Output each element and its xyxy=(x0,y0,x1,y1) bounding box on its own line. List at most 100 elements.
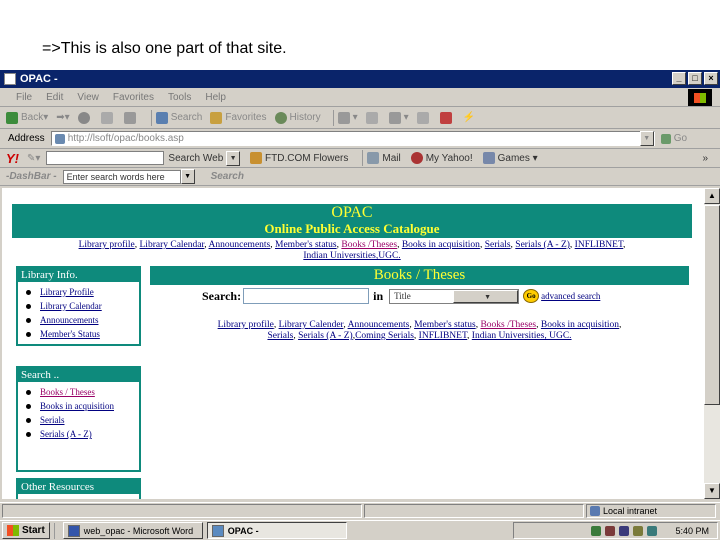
search-web-dropdown[interactable]: ▼ xyxy=(226,150,241,166)
print-button[interactable] xyxy=(365,111,381,124)
side-link-library-profile[interactable]: Library Profile xyxy=(40,287,94,297)
side-link-serials-a-z[interactable]: Serials (A - Z) xyxy=(40,429,92,439)
mid-link-coming-serials[interactable]: Coming Serials xyxy=(355,331,414,341)
link-library-calendar[interactable]: Library Calendar xyxy=(140,240,205,250)
standard-toolbar: Back ▾ ➡ ▾ Search Favorites History ▾ ▾ … xyxy=(0,107,720,129)
opac-banner: OPAC Online Public Access Catalogue xyxy=(12,204,692,238)
link-books-theses[interactable]: Books /Theses xyxy=(341,240,397,250)
home-button[interactable] xyxy=(123,111,139,124)
menu-help[interactable]: Help xyxy=(205,92,226,103)
menu-favorites[interactable]: Favorites xyxy=(113,92,154,103)
start-button[interactable]: Start xyxy=(2,522,50,539)
search-button[interactable]: Search xyxy=(155,111,202,124)
ie-task-icon xyxy=(211,524,224,537)
forward-button[interactable]: ➡ ▾ xyxy=(56,112,69,123)
link-inflibnet[interactable]: INFLIBNET xyxy=(575,240,623,250)
search-web-button[interactable]: Search Web ▼ xyxy=(168,150,241,166)
search-input[interactable] xyxy=(243,288,370,304)
print-icon xyxy=(365,111,378,124)
scroll-up-button[interactable]: ▲ xyxy=(704,188,720,204)
mid-link-serials-a-z[interactable]: Serials (A - Z) xyxy=(298,331,353,341)
side-link-serials[interactable]: Serials xyxy=(40,415,65,425)
address-input[interactable]: http://lsoft/opac/books.asp ▼ xyxy=(50,131,655,146)
edit-icon xyxy=(388,111,401,124)
go-arrow-icon xyxy=(660,133,671,144)
address-dropdown-button[interactable]: ▼ xyxy=(639,131,654,146)
link-serials-a-z[interactable]: Serials (A - Z) xyxy=(515,240,570,250)
menu-edit[interactable]: Edit xyxy=(46,92,63,103)
mail-button[interactable]: ▾ xyxy=(337,111,358,124)
mid-link-library-profile[interactable]: Library profile xyxy=(218,320,274,330)
yahoo-search-input[interactable] xyxy=(46,151,165,165)
dashbar-dropdown-button[interactable]: ▼ xyxy=(180,169,195,184)
field-select-dropdown[interactable]: ▼ xyxy=(453,289,519,303)
mid-link-indian-universities[interactable]: Indian Universities, UGC. xyxy=(472,331,572,341)
menu-file[interactable]: File xyxy=(16,92,32,103)
minimize-button[interactable]: _ xyxy=(672,72,686,85)
clock[interactable]: 5:40 PM xyxy=(675,526,709,536)
side-link-members-status[interactable]: Member's Status xyxy=(40,329,100,339)
messenger-button[interactable] xyxy=(439,111,455,124)
mid-link-books-theses[interactable]: Books /Theses xyxy=(480,320,536,330)
favorites-button[interactable]: Favorites xyxy=(210,111,267,124)
intranet-icon xyxy=(590,505,600,516)
go-button[interactable]: Go xyxy=(660,133,687,144)
lightning-icon: ⚡ xyxy=(462,112,476,123)
address-value: http://lsoft/opac/books.asp xyxy=(67,133,184,144)
favorites-icon xyxy=(210,111,223,124)
link-serials[interactable]: Serials xyxy=(485,240,511,250)
dashbar-search-input[interactable]: Enter search words here xyxy=(62,169,181,184)
link-indian-universities[interactable]: Indian Universities,UGC. xyxy=(303,251,400,261)
tray-icon-network[interactable] xyxy=(591,525,602,536)
mid-link-inflibnet[interactable]: INFLIBNET xyxy=(419,331,467,341)
link-library-profile[interactable]: Library profile xyxy=(79,240,135,250)
mid-link-library-calender[interactable]: Library Calender xyxy=(279,320,344,330)
browser-window: OPAC - _ □ × File Edit View Favorites To… xyxy=(0,70,720,540)
tray-icon-display[interactable] xyxy=(633,525,644,536)
tools-button[interactable]: ⚡ xyxy=(463,112,475,123)
taskbar-opac-button[interactable]: OPAC - xyxy=(206,522,347,539)
refresh-button[interactable] xyxy=(100,111,116,124)
dashbar-search-button[interactable]: Search xyxy=(211,171,244,182)
side-link-announcements[interactable]: Announcements xyxy=(40,315,99,325)
tray-icon-antivirus[interactable] xyxy=(605,525,616,536)
flower-icon xyxy=(250,152,263,164)
yahoo-mail-button[interactable]: Mail xyxy=(367,152,401,164)
maximize-button[interactable]: □ xyxy=(688,72,702,85)
discuss-button[interactable] xyxy=(416,111,432,124)
side-link-books-theses[interactable]: Books / Theses xyxy=(40,387,95,397)
tray-icon-update[interactable] xyxy=(647,525,658,536)
field-select[interactable]: Title ▼ xyxy=(389,288,520,304)
advanced-search-link[interactable]: advanced search xyxy=(541,291,600,301)
link-announcements[interactable]: Announcements xyxy=(209,240,271,250)
tray-icon-sound[interactable] xyxy=(619,525,630,536)
edit-button[interactable]: ▾ xyxy=(388,111,409,124)
menu-view[interactable]: View xyxy=(77,92,99,103)
mid-link-books-acquisition[interactable]: Books in acquisition xyxy=(541,320,619,330)
mid-link-members-status[interactable]: Member's status xyxy=(414,320,476,330)
ie-icon xyxy=(4,73,16,85)
mid-link-announcements[interactable]: Announcements xyxy=(348,320,410,330)
side-link-books-acquisition[interactable]: Books in acquisition xyxy=(40,401,114,411)
side-link-library-calendar[interactable]: Library Calendar xyxy=(40,301,102,311)
stop-button[interactable] xyxy=(77,111,93,124)
vertical-scrollbar[interactable]: ▲ ▼ xyxy=(704,188,720,499)
taskbar-word-button[interactable]: web_opac - Microsoft Word xyxy=(62,522,203,539)
history-button[interactable]: History xyxy=(274,111,321,124)
ftd-flowers-button[interactable]: FTD.COM Flowers xyxy=(250,152,348,164)
yahoo-logo[interactable]: Y! xyxy=(6,151,19,166)
mid-link-serials[interactable]: Serials xyxy=(267,331,293,341)
chevron-right-icon[interactable]: » xyxy=(702,153,708,164)
my-yahoo-icon xyxy=(410,152,423,164)
menu-tools[interactable]: Tools xyxy=(168,92,191,103)
back-button[interactable]: Back ▾ xyxy=(6,111,48,124)
go-search-button[interactable]: Go xyxy=(523,289,540,303)
scroll-down-button[interactable]: ▼ xyxy=(704,483,720,499)
close-button[interactable]: × xyxy=(704,72,718,85)
games-button[interactable]: Games ▾ xyxy=(482,152,538,164)
link-members-status[interactable]: Member's status xyxy=(275,240,337,250)
scroll-thumb[interactable] xyxy=(704,205,720,405)
my-yahoo-button[interactable]: My Yahoo! xyxy=(410,152,473,164)
link-books-acquisition[interactable]: Books in acquisition xyxy=(402,240,480,250)
taskbar-separator xyxy=(53,522,55,539)
